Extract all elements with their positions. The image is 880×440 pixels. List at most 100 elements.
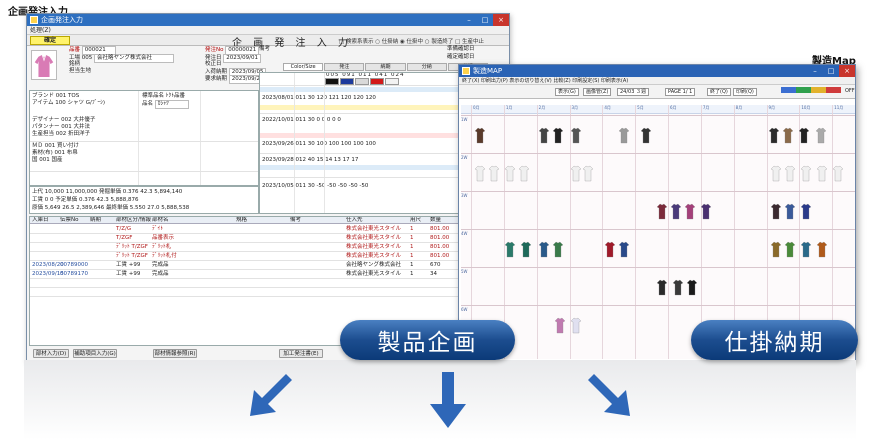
product-name-field[interactable]: ｶｼｬﾂ [154,100,189,109]
garment-thumbnail[interactable] [799,127,809,144]
garment-thumbnail[interactable] [771,165,781,182]
grid-row[interactable]: 2023/08/01 011 30 120 121 120 120 120 [262,95,376,102]
aux-item-input-button[interactable]: 補助項目入力(G) [73,349,117,358]
window1-titlebar[interactable]: 企画発注入力 – □ × [27,14,509,26]
close-icon[interactable]: × [839,65,855,77]
window2-titlebar[interactable]: 製造MAP – □ × [459,65,855,77]
garment-thumbnail[interactable] [489,165,499,182]
garment-thumbnail[interactable] [657,279,667,296]
garment-thumbnail[interactable] [505,165,515,182]
factory-name-field[interactable]: 会社略ヤング株式会社 [94,54,175,63]
table-row[interactable]: 2023/08/20 00789000 工賃 +99 完成品 会社略ヤング株式会社 1 67… [30,262,490,269]
garment-thumbnail[interactable] [785,165,795,182]
grid-row[interactable]: 2022/10/01 011 30 0 0 0 0 0 [262,117,341,124]
table-row[interactable]: 2023/09/15 00789170 工賃 +99 完成品 株式会社東光スタイル 1 34… [30,271,490,278]
attr-value[interactable]: 折田洋子 [68,131,90,137]
grid-row[interactable]: 2023/09/26 011 30 100 100 100 100 100 [262,141,376,148]
exit-button[interactable]: 終了(Q) [707,88,731,96]
processing-order-button[interactable]: 加工発注書(E) [279,349,323,358]
parts-input-button[interactable]: 部材入力(D) [33,349,69,358]
image-button[interactable]: 画像管(Z) [583,88,612,96]
attr-value[interactable]: 国産 [52,157,63,163]
garment-thumbnail[interactable] [673,279,683,296]
garment-thumbnail[interactable] [769,127,779,144]
garment-thumbnail[interactable] [833,165,843,182]
garment-thumbnail[interactable] [605,241,615,258]
legend-toggle[interactable]: OFF [843,88,855,96]
tab-split[interactable]: 分納 [406,63,447,71]
garment-thumbnail[interactable] [801,165,811,182]
attr-value[interactable]: シャツ G/ﾌﾞｰｼ) [67,100,105,106]
garment-thumbnail[interactable] [783,127,793,144]
garment-thumbnail[interactable] [771,203,781,220]
garment-thumbnail[interactable] [785,241,795,258]
garment-thumbnail[interactable] [555,317,565,334]
attr-value[interactable]: 大井優子 [73,117,95,123]
color-swatch[interactable] [325,78,339,85]
grid-row[interactable]: 2023/10/05 011 30 -50 -50 -50 -50 -50 [262,183,368,190]
tab-color-size[interactable]: Color/Size [283,63,324,71]
table-row[interactable]: T/Z/Gﾃﾞｲﾄ株式会社東光スタイル1801.00801.00 [30,226,490,233]
attr-value[interactable]: 布帛 [67,150,78,156]
table-row[interactable]: ﾃﾞﾘｯﾄ T/ZGFﾃﾞﾘｯﾄ札株式会社東光スタイル1801.00801.00 [30,244,490,251]
garment-thumbnail[interactable] [816,127,826,144]
garment-thumbnail[interactable] [785,203,795,220]
garment-thumbnail[interactable] [583,165,593,182]
garment-thumbnail[interactable] [817,241,827,258]
week-label: 2W [461,155,468,160]
garment-thumbnail[interactable] [771,241,781,258]
garment-thumbnail[interactable] [571,127,581,144]
color-swatch[interactable] [355,78,369,85]
tab-delivery[interactable]: 納期 [365,63,406,71]
table-row[interactable]: T/ZGF品番表示株式会社東光スタイル1801.00801.00 [30,235,490,242]
color-swatch[interactable] [370,78,384,85]
garment-thumbnail[interactable] [553,127,563,144]
garment-thumbnail[interactable] [817,165,827,182]
garment-thumbnail[interactable] [801,203,811,220]
garment-thumbnail[interactable] [505,241,515,258]
tab-order[interactable]: 発注 [324,63,365,71]
filter-options[interactable]: □ 検索系表示 ○ 仕掛納 ◉ 仕掛中 ○ 製造終了 □ 生産中止 [339,37,484,45]
window2-menubar[interactable]: 終了(X) 印刷出力(P) 表示の切り替え(V) 比較(Z) 印刷設定(S) 印… [459,77,855,85]
maximize-icon[interactable]: □ [477,14,493,26]
attribute-panel: ブランド 001 TOS アイテム 100 シャツ G/ﾌﾞｰｼ) デザイナー … [29,90,259,186]
week-label: 4W [461,231,468,236]
garment-thumbnail[interactable] [685,203,695,220]
close-icon[interactable]: × [493,14,509,26]
display-button[interactable]: 表示(G) [555,88,579,96]
garment-thumbnail[interactable] [553,241,563,258]
attr-label: パタンナー [32,124,60,130]
color-swatch[interactable] [340,78,354,85]
garment-thumbnail[interactable] [701,203,711,220]
week-select[interactable]: 24/03 ３週 [617,88,649,96]
order-date-field[interactable]: 2023/09/01 [223,54,261,63]
garment-thumbnail[interactable] [519,165,529,182]
garment-thumbnail[interactable] [475,165,485,182]
garment-thumbnail[interactable] [521,241,531,258]
garment-thumbnail[interactable] [539,241,549,258]
std-name-value[interactable]: ﾄｸﾄ品番 [166,93,185,99]
garment-thumbnail[interactable] [571,317,581,334]
table-row[interactable]: ﾃﾞﾘｯﾄ T/ZGFﾃﾞﾘｯﾄ札付株式会社東光スタイル1801.00801.0… [30,253,490,260]
attr-value[interactable]: 大井法 [74,124,91,130]
garment-thumbnail[interactable] [619,127,629,144]
garment-thumbnail[interactable] [571,165,581,182]
garment-thumbnail[interactable] [687,279,697,296]
minimize-icon[interactable]: – [807,65,823,77]
garment-thumbnail[interactable] [619,241,629,258]
garment-thumbnail[interactable] [539,127,549,144]
print-button[interactable]: 印刷(Q) [733,88,757,96]
confirm-status-badge[interactable]: 確定 [30,36,70,45]
color-swatch[interactable] [385,78,399,85]
maximize-icon[interactable]: □ [823,65,839,77]
garment-thumbnail[interactable] [475,127,485,144]
attr-value[interactable]: TOS [68,93,79,99]
minimize-icon[interactable]: – [461,14,477,26]
attr-value[interactable]: 買い付け [57,143,79,149]
garment-thumbnail[interactable] [801,241,811,258]
garment-thumbnail[interactable] [671,203,681,220]
garment-thumbnail[interactable] [657,203,667,220]
parts-info-button[interactable]: 部材情報参照(R) [153,349,197,358]
grid-row[interactable]: 2023/09/28 012 40 15 14 13 17 17 [262,157,358,164]
garment-thumbnail[interactable] [641,127,651,144]
